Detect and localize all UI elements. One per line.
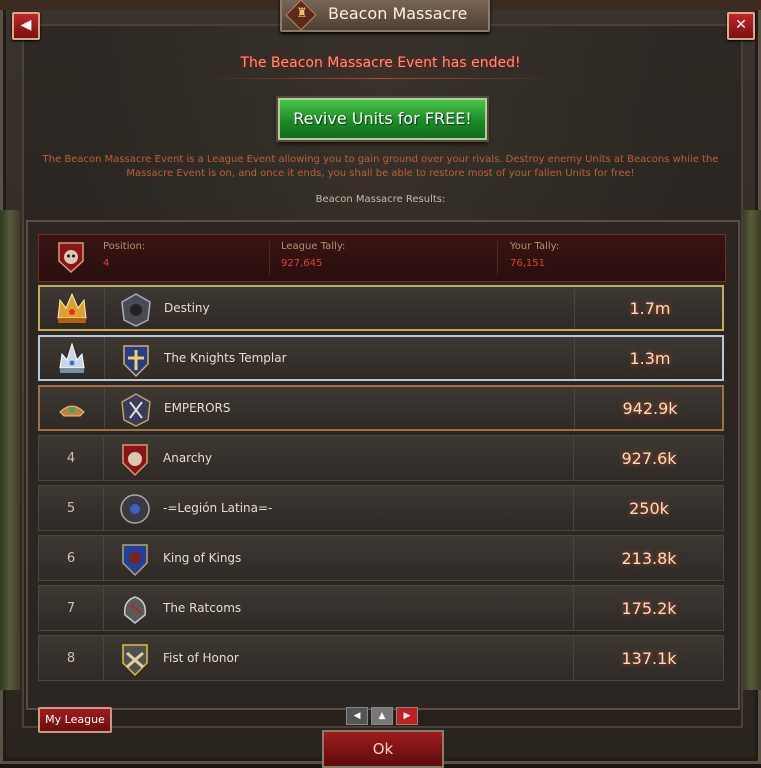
- ok-button[interactable]: Ok: [322, 730, 444, 768]
- leaderboard-row[interactable]: 7 The Ratcoms 175.2k: [38, 585, 724, 631]
- league-emblem-icon: [120, 494, 150, 524]
- rank-cell: [40, 337, 105, 379]
- league-summary: Position: 4 League Tally: 927,645 Your T…: [38, 234, 726, 282]
- league-score: 175.2k: [573, 586, 724, 630]
- summary-divider: [269, 241, 270, 275]
- leaderboard-row[interactable]: 6 King of Kings 213.8k: [38, 535, 724, 581]
- league-name: The Ratcoms: [163, 601, 242, 615]
- rank-cell: [40, 387, 105, 429]
- league-name: EMPERORS: [164, 401, 231, 415]
- window-title: Beacon Massacre: [328, 4, 468, 23]
- league-emblem-icon: [122, 544, 148, 577]
- rank-number: 4: [39, 436, 104, 480]
- league-name: King of Kings: [163, 551, 242, 565]
- rank-number: 8: [39, 636, 104, 680]
- summary-divider: [497, 241, 498, 275]
- league-score: 927.6k: [573, 436, 724, 480]
- back-arrow-icon: ◀: [20, 17, 32, 33]
- right-background-edge: [741, 210, 761, 690]
- results-title: Beacon Massacre Results:: [315, 194, 446, 205]
- rank-number: 7: [39, 586, 104, 630]
- league-score: 137.1k: [573, 636, 724, 680]
- bronze-crown-icon: [59, 405, 85, 417]
- league-name: The Knights Templar: [164, 351, 287, 365]
- league-tally-block: League Tally: 927,645: [281, 241, 345, 269]
- revive-units-button[interactable]: Revive Units for FREE!: [278, 98, 487, 140]
- silver-crown-icon: [59, 342, 85, 373]
- status-divider: [200, 78, 561, 79]
- league-emblem-icon: [122, 644, 148, 677]
- rank-number: 5: [39, 486, 104, 530]
- league-crest-icon: [58, 242, 84, 274]
- league-score: 213.8k: [573, 536, 724, 580]
- left-background-edge: [0, 210, 20, 690]
- event-description: The Beacon Massacre Event is a League Ev…: [42, 154, 719, 179]
- your-tally-label: Your Tally:: [510, 241, 560, 252]
- league-emblem-icon: [123, 345, 149, 378]
- league-name: Anarchy: [163, 451, 213, 465]
- league-score: 942.9k: [574, 387, 725, 429]
- leaderboard-row[interactable]: EMPERORS 942.9k: [38, 385, 724, 431]
- close-button[interactable]: ✕: [727, 12, 755, 40]
- prev-arrow-icon: ◀: [353, 711, 361, 721]
- league-emblem-icon: [121, 293, 151, 327]
- your-tally-value: 76,151: [510, 258, 545, 269]
- my-league-button[interactable]: My League: [38, 707, 112, 733]
- top-page-button[interactable]: ▲: [371, 707, 393, 725]
- next-page-button[interactable]: ▶: [396, 707, 418, 725]
- league-name: Fist of Honor: [163, 651, 239, 665]
- leaderboard-row[interactable]: 8 Fist of Honor 137.1k: [38, 635, 724, 681]
- league-emblem-icon: [122, 444, 148, 477]
- league-score: 1.3m: [574, 337, 725, 379]
- back-button[interactable]: ◀: [12, 12, 40, 40]
- rank-number: 6: [39, 536, 104, 580]
- league-score: 250k: [573, 486, 724, 530]
- rank-cell: [40, 287, 105, 329]
- league-members-icon: ♜: [296, 6, 308, 21]
- leaderboard-row[interactable]: The Knights Templar 1.3m: [38, 335, 724, 381]
- gold-crown-icon: [57, 292, 87, 323]
- league-name: Destiny: [164, 301, 210, 315]
- league-name: -=Legión Latina=-: [163, 501, 273, 515]
- position-value: 4: [103, 258, 110, 269]
- position-label: Position:: [103, 241, 146, 252]
- event-status: The Beacon Massacre Event has ended!: [240, 55, 521, 71]
- leaderboard-row[interactable]: Destiny 1.7m: [38, 285, 724, 331]
- up-arrow-icon: ▲: [378, 711, 386, 721]
- next-arrow-icon: ▶: [403, 711, 411, 721]
- leaderboard-row[interactable]: 4 Anarchy 927.6k: [38, 435, 724, 481]
- league-tally-value: 927,645: [281, 258, 323, 269]
- prev-page-button[interactable]: ◀: [346, 707, 368, 725]
- position-block: Position: 4: [103, 241, 145, 269]
- leaderboard-row[interactable]: 5 -=Legión Latina=- 250k: [38, 485, 724, 531]
- your-tally-block: Your Tally: 76,151: [510, 241, 559, 269]
- league-emblem-icon: [123, 596, 147, 624]
- close-icon: ✕: [735, 17, 747, 33]
- league-emblem-icon: [121, 393, 151, 427]
- title-plate: ♜ Beacon Massacre: [280, 0, 490, 32]
- league-tally-label: League Tally:: [281, 241, 346, 252]
- league-score: 1.7m: [574, 287, 725, 329]
